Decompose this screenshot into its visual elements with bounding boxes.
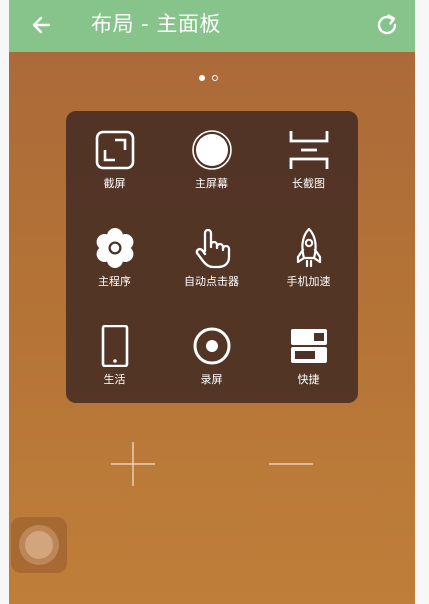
screen: 布局 - 主面板 截屏 主屏幕 长截图 主程序 自动点击器 手机加速 生活 录屏…: [9, 0, 415, 604]
page-dot-active[interactable]: [199, 75, 205, 81]
page-dot[interactable]: [212, 75, 218, 81]
assistive-ball-icon[interactable]: [11, 517, 67, 573]
panel-item-auto-clicker[interactable]: 自动点击器: [163, 209, 260, 306]
panel-item-screenshot[interactable]: 截屏: [66, 111, 163, 208]
plus-icon[interactable]: [109, 440, 157, 488]
flower-icon: [96, 228, 134, 268]
assistive-ball-core: [25, 531, 53, 559]
panel-item-shortcut[interactable]: 快捷: [260, 307, 357, 404]
panel-item-label: 主屏幕: [195, 177, 228, 190]
panel-item-label: 生活: [103, 373, 126, 386]
minus-icon[interactable]: [267, 452, 315, 476]
page-title: 布局 - 主面板: [91, 12, 221, 36]
page-indicator: [199, 73, 225, 83]
panel-item-label: 自动点击器: [184, 275, 239, 288]
panel-item-home[interactable]: 主屏幕: [163, 111, 260, 208]
panel-item-label: 截屏: [103, 177, 126, 190]
panel-item-label: 长截图: [292, 177, 325, 190]
panel-item-record[interactable]: 录屏: [163, 307, 260, 404]
panel-item-life[interactable]: 生活: [66, 307, 163, 404]
panel-item-label: 主程序: [98, 275, 131, 288]
long-screenshot-icon: [289, 131, 329, 169]
home-circle-icon: [192, 130, 232, 170]
arrow-left-icon[interactable]: [29, 12, 55, 38]
top-bar: 布局 - 主面板: [9, 0, 415, 52]
record-icon: [193, 327, 231, 365]
main-panel: 截屏 主屏幕 长截图 主程序 自动点击器 手机加速 生活 录屏 快捷: [66, 111, 358, 403]
refresh-icon[interactable]: [373, 11, 401, 39]
panel-item-label: 录屏: [200, 373, 223, 386]
hand-pointer-icon: [195, 228, 231, 269]
panel-item-label: 手机加速: [286, 275, 331, 288]
panel-item-long-screenshot[interactable]: 长截图: [260, 111, 357, 208]
screenshot-icon: [95, 130, 135, 170]
panel-item-boost[interactable]: 手机加速: [260, 209, 357, 306]
panel-item-label: 快捷: [297, 373, 320, 386]
panel-item-main-app[interactable]: 主程序: [66, 209, 163, 306]
shortcut-toggle-icon: [291, 329, 327, 363]
rocket-icon: [296, 227, 322, 268]
phone-icon: [101, 325, 129, 367]
